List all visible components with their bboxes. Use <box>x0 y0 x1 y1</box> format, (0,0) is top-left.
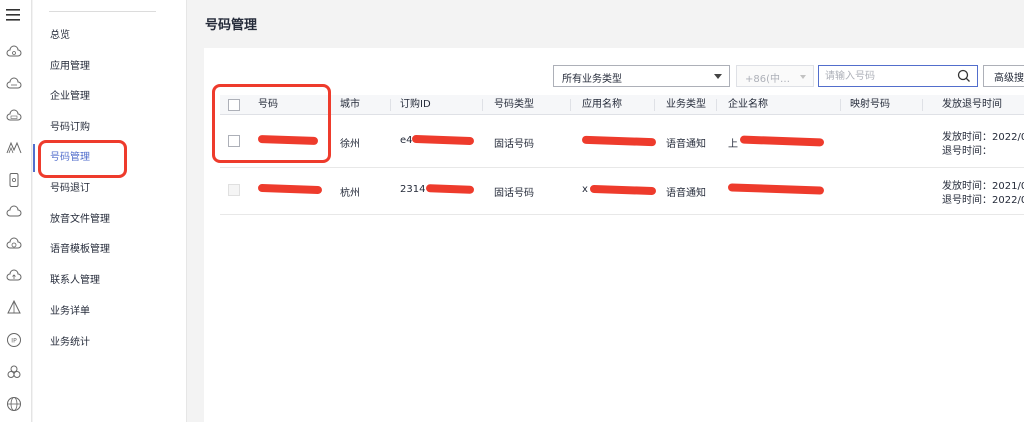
cluster-icon[interactable] <box>6 364 22 380</box>
cell-return-time: 退号时间：2022/06 <box>942 195 1024 206</box>
sidebar-item-contacts[interactable]: 联系人管理 <box>50 271 100 291</box>
cloud-upload-icon[interactable] <box>6 268 22 284</box>
cell-issue-time: 发放时间：2021/04 <box>942 181 1024 192</box>
phone-icon[interactable] <box>6 172 22 188</box>
column-separator <box>570 99 571 111</box>
cell-return-time: 退号时间： <box>942 146 992 157</box>
sidebar-item-number-order[interactable]: 号码订购 <box>50 118 90 138</box>
cloud-outline-icon[interactable] <box>6 76 22 92</box>
cell-issue-time: 发放时间：2022/05 <box>942 132 1024 143</box>
advanced-search-button[interactable]: 高级搜 <box>983 65 1024 87</box>
cloud-icon[interactable] <box>6 44 22 60</box>
row-divider <box>220 214 1024 215</box>
annotation-highlight-nav <box>38 140 127 178</box>
chevron-down-icon <box>714 74 722 79</box>
sidebar-item-audio-files[interactable]: 放音文件管理 <box>50 210 110 230</box>
nav-divider <box>49 11 156 12</box>
redaction-mark <box>425 184 475 194</box>
column-separator <box>716 99 717 111</box>
icon-rail: IP <box>0 0 32 422</box>
row-divider <box>220 167 1024 168</box>
column-header-app-name[interactable]: 应用名称 <box>582 95 622 115</box>
column-separator <box>922 99 923 111</box>
globe-icon[interactable] <box>6 396 22 412</box>
sidebar-item-app-management[interactable]: 应用管理 <box>50 57 90 77</box>
cell-order-id: e4 <box>400 135 413 146</box>
cell-app-name[interactable]: x <box>582 184 588 195</box>
nav-active-indicator <box>33 144 35 172</box>
sidebar-item-enterprise-management[interactable]: 企业管理 <box>50 87 90 107</box>
menu-icon[interactable] <box>5 6 23 24</box>
table-header: 号码 城市 订购ID 号码类型 应用名称 业务类型 企业名称 映射号码 发放退号… <box>220 95 1024 115</box>
column-header-number-type[interactable]: 号码类型 <box>494 95 534 115</box>
cell-order-id: 2314 <box>400 184 426 195</box>
mountain-icon[interactable] <box>6 140 22 156</box>
sidebar-item-voice-templates[interactable]: 语音模板管理 <box>50 240 110 260</box>
cloud-plain-icon[interactable] <box>6 204 22 220</box>
cell-business-type: 语音通知 <box>666 139 706 150</box>
column-separator <box>654 99 655 111</box>
cloud-gear-icon[interactable] <box>6 236 22 252</box>
column-separator <box>482 99 483 111</box>
sidebar-item-service-details[interactable]: 业务详单 <box>50 302 90 322</box>
row-checkbox <box>228 184 240 196</box>
cell-company: 上 <box>728 139 738 150</box>
ip-icon[interactable]: IP <box>6 332 22 348</box>
sidebar-item-overview[interactable]: 总览 <box>50 26 70 46</box>
cell-number-type: 固话号码 <box>494 139 534 150</box>
sidebar-item-service-stats[interactable]: 业务统计 <box>50 333 90 353</box>
cell-number-type: 固话号码 <box>494 188 534 199</box>
search-input[interactable] <box>825 69 950 83</box>
column-separator <box>390 99 391 111</box>
column-header-order-id[interactable]: 订购ID <box>400 95 431 115</box>
sidebar-item-number-unsubscribe[interactable]: 号码退订 <box>50 179 90 199</box>
annotation-highlight-number-column <box>212 84 331 163</box>
cell-city: 杭州 <box>340 188 360 199</box>
column-header-company-name[interactable]: 企业名称 <box>728 95 768 115</box>
cell-business-type: 语音通知 <box>666 188 706 199</box>
nav-sidebar: 总览 应用管理 企业管理 号码订购 号码管理 号码退订 放音文件管理 语音模板管… <box>33 0 187 422</box>
chevron-down-icon <box>800 75 806 79</box>
triangle-icon[interactable] <box>6 300 22 316</box>
column-header-business-type[interactable]: 业务类型 <box>666 95 706 115</box>
country-code-select[interactable]: +86(中… <box>736 65 814 87</box>
cloud-badge-icon[interactable] <box>6 108 22 124</box>
svg-text:IP: IP <box>11 338 17 345</box>
business-type-select[interactable]: 所有业务类型 <box>553 65 730 87</box>
number-search-box[interactable] <box>818 65 978 87</box>
country-code-value: +86(中… <box>745 74 791 85</box>
cell-city: 徐州 <box>340 139 360 150</box>
column-separator <box>840 99 841 111</box>
column-header-issue-return-time[interactable]: 发放退号时间 <box>942 95 1002 115</box>
column-header-city[interactable]: 城市 <box>340 95 360 115</box>
search-icon[interactable] <box>957 69 971 83</box>
column-header-mapped-number[interactable]: 映射号码 <box>850 95 890 115</box>
page-title: 号码管理 <box>205 18 258 33</box>
business-type-value: 所有业务类型 <box>562 74 622 85</box>
